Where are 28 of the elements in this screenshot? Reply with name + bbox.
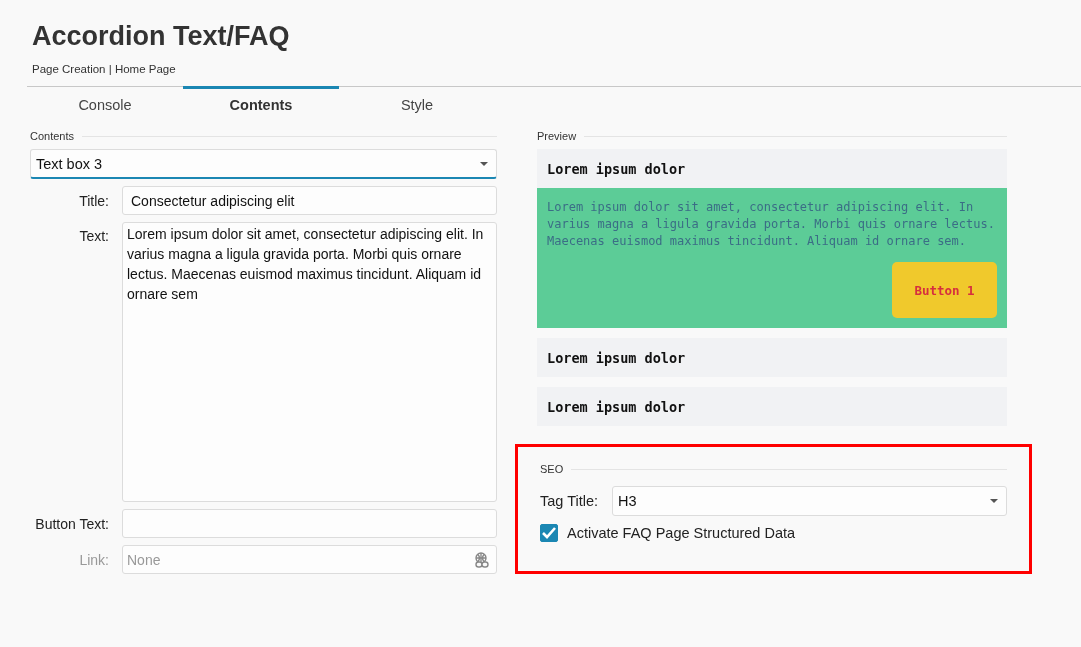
section-label: Contents (30, 130, 75, 142)
tab[interactable]: Style (339, 86, 495, 121)
field-label: Tag Title: (540, 493, 600, 509)
page-title: Accordion Text/FAQ (32, 20, 291, 53)
checkbox-label: Activate FAQ Page Structured Data (567, 525, 796, 541)
tab[interactable]: Console (27, 86, 183, 121)
text-field[interactable]: Consectetur adipiscing elit (122, 186, 497, 215)
text-area[interactable]: Lorem ipsum dolor sit amet, consectetur adipiscing elit. In varius magna a ligula gravida porta. Morbi quis ornare lectus. Maecenas euismod maximus tincidunt. Aliquam id ornare sem (122, 222, 497, 502)
tab[interactable]: Contents (183, 86, 339, 121)
text-field[interactable] (122, 509, 497, 538)
checkbox[interactable] (540, 524, 558, 542)
accordion-text: Lorem ipsum dolor sit amet, consectetur adipiscing elit. In varius magna a ligula gravida porta. Morbi quis ornare lectus. Maecenas euismod maximus tincidunt. Aliquam id ornare sem. (547, 199, 996, 250)
section-label: SEO (540, 463, 564, 475)
link-globe-icon (474, 552, 490, 568)
caret-icon (480, 161, 488, 166)
field-label: Link: (78, 551, 109, 568)
accordion-header[interactable]: Lorem ipsum dolor (537, 387, 1007, 426)
accordion-header[interactable]: Lorem ipsum dolor (537, 338, 1007, 377)
section-label: Preview (537, 130, 577, 142)
check-icon (542, 527, 556, 539)
content-select[interactable]: Text box 3 (30, 149, 497, 179)
caret-icon (990, 499, 998, 503)
field-label: Text: (78, 227, 109, 244)
field-label: Button Text: (34, 515, 109, 532)
tag-title-select[interactable]: H3 (612, 486, 1007, 516)
breadcrumb: Page Creation | Home Page (32, 62, 177, 76)
accordion-header[interactable]: Lorem ipsum dolor (537, 149, 1007, 188)
field-label: Title: (78, 192, 109, 209)
